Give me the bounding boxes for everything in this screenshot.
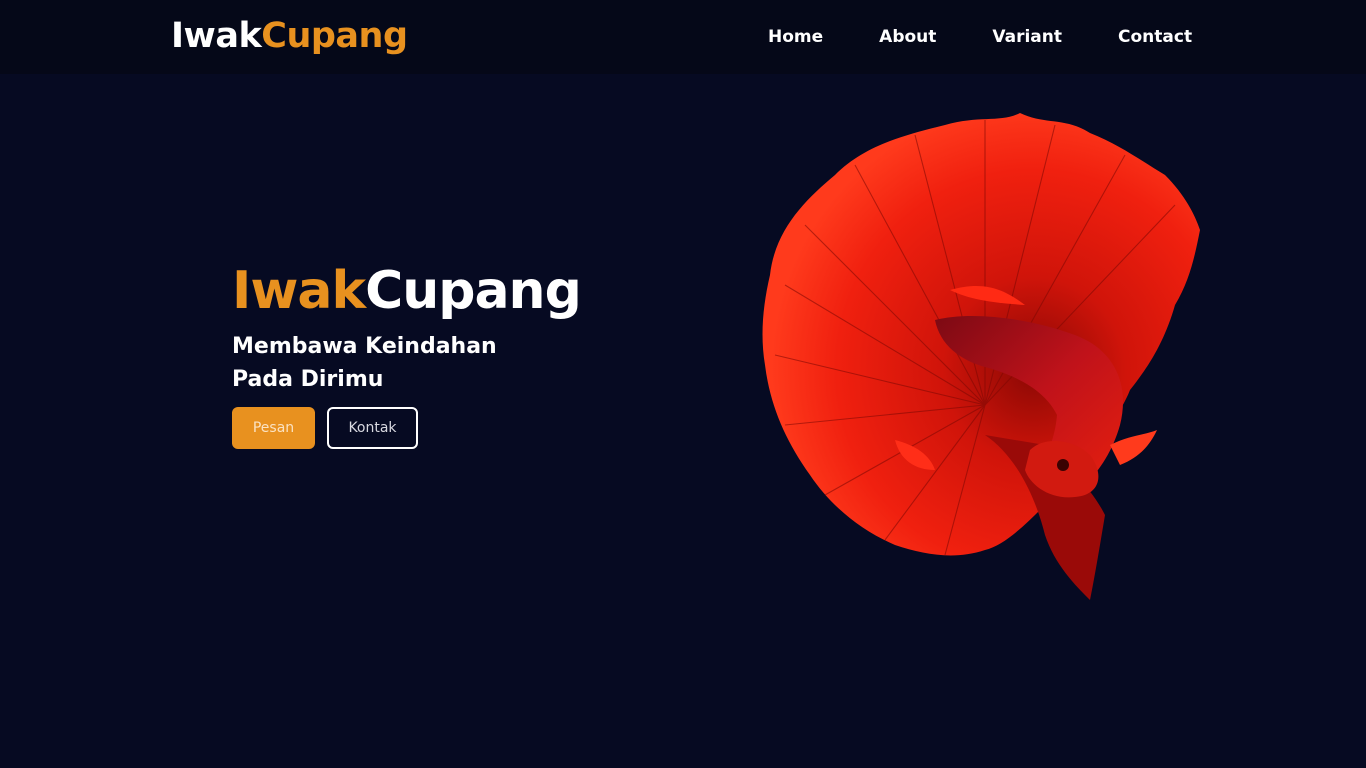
nav-link-about[interactable]: About [879, 25, 936, 49]
nav-link-variant[interactable]: Variant [992, 25, 1062, 49]
nav-item-about: About [879, 25, 936, 49]
navbar: IwakCupang Home About Variant Contact [0, 0, 1366, 74]
hero-title-part-1: Iwak [232, 261, 366, 321]
page: IwakCupang Home About Variant Contact Iw… [0, 0, 1366, 768]
hero-tagline: Membawa Keindahan Pada Dirimu [232, 330, 532, 396]
brand-part-1: Iwak [171, 16, 262, 56]
order-button[interactable]: Pesan [232, 407, 315, 449]
fish-eye [1057, 459, 1069, 471]
betta-fish-image [762, 113, 1200, 600]
brand-part-2: Cupang [261, 16, 408, 56]
nav-link-contact[interactable]: Contact [1118, 25, 1192, 49]
nav-item-contact: Contact [1118, 25, 1192, 49]
nav-menu: Home About Variant Contact [768, 25, 1192, 49]
brand-logo[interactable]: IwakCupang [171, 14, 408, 58]
nav-item-variant: Variant [992, 25, 1062, 49]
contact-button[interactable]: Kontak [327, 407, 418, 449]
hero-title-part-2: Cupang [365, 261, 582, 321]
fish-pectoral-fin [1110, 430, 1157, 465]
nav-link-home[interactable]: Home [768, 25, 823, 49]
hero-title: IwakCupang [232, 258, 582, 324]
hero-tagline-line-2: Pada Dirimu [232, 367, 384, 392]
nav-item-home: Home [768, 25, 823, 49]
hero-tagline-line-1: Membawa Keindahan [232, 334, 497, 359]
